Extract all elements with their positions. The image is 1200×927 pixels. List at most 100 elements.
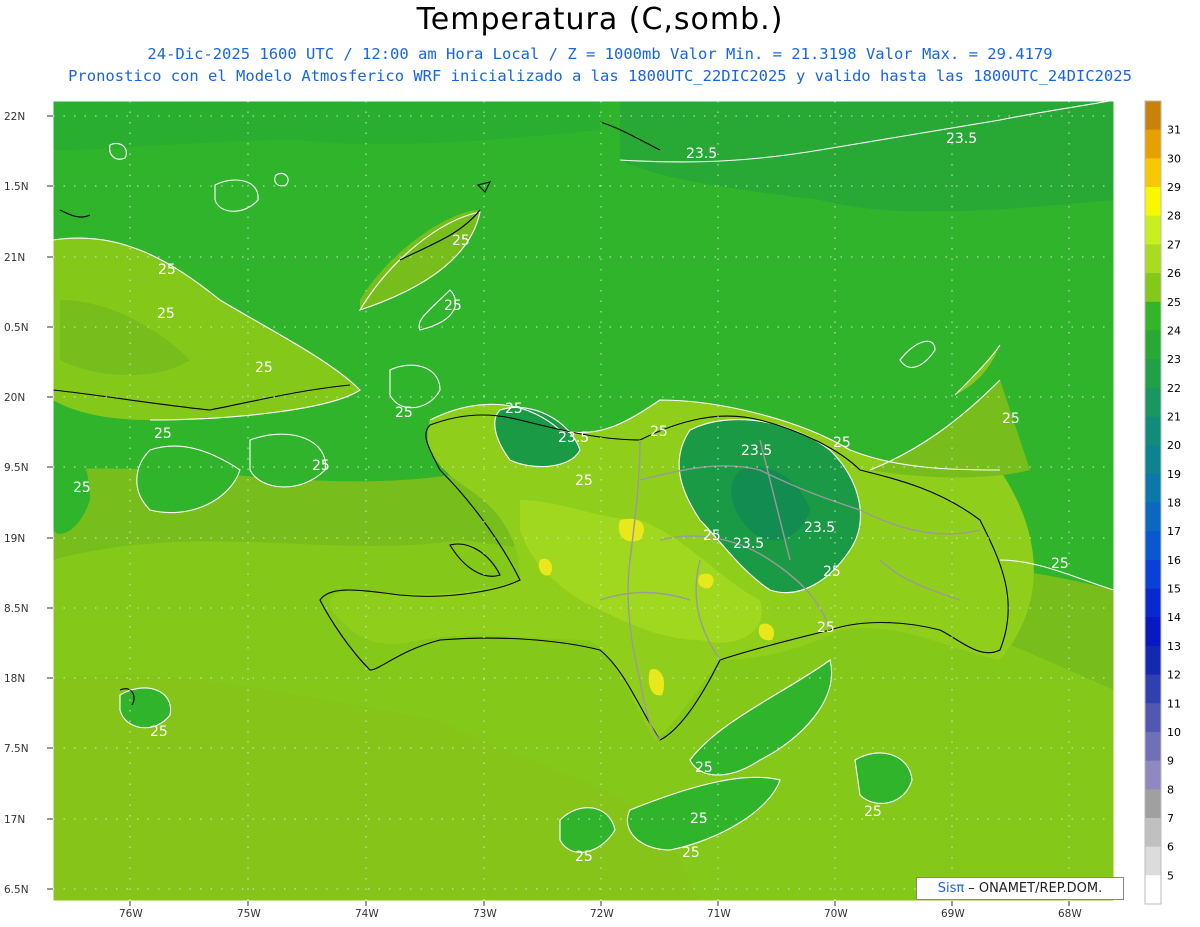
colorbar-label: 8 [1167,783,1174,796]
contour-label: 25 [690,811,708,827]
colorbar-swatch [1145,760,1161,790]
contour-label: 23.5 [733,536,764,552]
colorbar-swatch [1145,445,1161,475]
lat-tick-label: 7.5N [4,743,29,755]
colorbar-label: 9 [1167,755,1174,768]
contour-label: 25 [452,233,470,249]
contour-label: 25 [823,564,841,580]
contour-label: 25 [650,424,668,440]
lat-tick-label: 20N [4,392,25,404]
longitude-axis: 76W 75W 74W 73W 72W 71W 70W 69W 68W [119,901,1082,920]
contour-label: 25 [312,458,330,474]
contour-label: 25 [695,760,713,776]
lat-tick-label: 19N [4,533,25,545]
colorbar-swatch [1145,101,1161,131]
colorbar-swatch [1145,244,1161,274]
colorbar-swatch [1145,703,1161,733]
colorbar-swatch [1145,215,1161,245]
colorbar-label: 13 [1167,640,1181,653]
contour-label: 25 [255,360,273,376]
colorbar-label: 11 [1167,697,1181,710]
colorbar-label: 16 [1167,554,1181,567]
colorbar-label: 29 [1167,181,1181,194]
sispi-logo: Sisπ [937,881,965,896]
contour-label: 23.5 [686,146,717,162]
temperature-map: 23.5 23.5 25 25 25 25 25 25 25 25 25 25 … [4,100,1181,920]
contour-label: 25 [157,306,175,322]
lon-tick-label: 68W [1058,908,1082,920]
lon-tick-label: 72W [590,908,614,920]
colorbar-swatch [1145,301,1161,331]
colorbar-swatch [1145,789,1161,819]
colorbar-label: 26 [1167,267,1181,280]
colorbar-swatch [1145,158,1161,188]
contour-label: 25 [444,298,462,314]
colorbar-label: 31 [1167,124,1181,137]
contour-label: 25 [575,473,593,489]
colorbar-label: 28 [1167,210,1181,223]
colorbar-swatch [1145,416,1161,446]
colorbar-swatch [1145,502,1161,532]
lat-tick-label: 18N [4,673,25,685]
contour-label: 25 [833,435,851,451]
contour-label: 23.5 [804,520,835,536]
contour-label: 25 [1051,556,1069,572]
lon-tick-label: 74W [355,908,379,920]
contour-label: 23.5 [741,443,772,459]
contour-label: 25 [703,528,721,544]
contour-label: 25 [864,804,882,820]
colorbar-swatch [1145,617,1161,647]
lon-tick-label: 75W [237,908,261,920]
lon-tick-label: 73W [473,908,497,920]
contour-label: 25 [158,262,176,278]
lat-tick-label: 9.5N [4,462,29,474]
contour-label: 25 [1002,411,1020,427]
contour-label: 23.5 [946,131,977,147]
contour-label: 25 [395,405,413,421]
colorbar-swatch [1145,846,1161,876]
lat-tick-label: 0.5N [4,322,29,334]
colorbar-label: 7 [1167,812,1174,825]
lon-tick-label: 76W [119,908,143,920]
colorbar-label: 19 [1167,468,1181,481]
colorbar-label: 25 [1167,296,1181,309]
colorbar-swatch [1145,645,1161,676]
colorbar-label: 30 [1167,152,1181,165]
lat-tick-label: 17N [4,814,25,826]
colorbar: 31 30 29 28 27 26 25 24 23 22 21 20 19 18 17 16 15 14 13 12… [1144,100,1181,905]
credit-box: Sisπ – ONAMET/REP.DOM. [916,877,1124,900]
credit-text: – ONAMET/REP.DOM. [968,881,1103,896]
contour-label: 25 [817,620,835,636]
colorbar-label: 23 [1167,353,1181,366]
colorbar-label: 22 [1167,382,1181,395]
colorbar-swatch [1145,187,1161,217]
lon-tick-label: 69W [941,908,965,920]
contour-label: 25 [150,724,168,740]
colorbar-swatch [1145,330,1161,360]
contour-label: 25 [505,401,523,417]
colorbar-swatch [1145,817,1161,848]
colorbar-swatch [1145,129,1161,159]
colorbar-label: 15 [1167,583,1181,596]
colorbar-label: 24 [1167,324,1181,337]
colorbar-label: 27 [1167,238,1181,251]
colorbar-label: 14 [1167,611,1181,624]
lat-tick-label: 22N [4,111,25,123]
colorbar-label: 20 [1167,439,1181,452]
contour-label: 25 [73,480,91,496]
colorbar-label: 6 [1167,841,1174,854]
contour-label: 25 [154,426,172,442]
latitude-axis: 22N 1.5N 21N 0.5N 20N 9.5N 19N 8.5N 18N … [4,111,53,896]
lat-tick-label: 6.5N [4,884,29,896]
lat-tick-label: 1.5N [4,181,29,193]
colorbar-label: 17 [1167,525,1181,538]
contour-label: 25 [682,845,700,861]
colorbar-label: 5 [1167,869,1174,882]
lat-tick-label: 8.5N [4,603,29,615]
colorbar-swatch [1145,674,1161,704]
lon-tick-label: 70W [824,908,848,920]
colorbar-swatch [1145,531,1161,561]
colorbar-label: 10 [1167,726,1181,739]
colorbar-swatch [1145,387,1161,417]
colorbar-swatch [1145,359,1161,389]
